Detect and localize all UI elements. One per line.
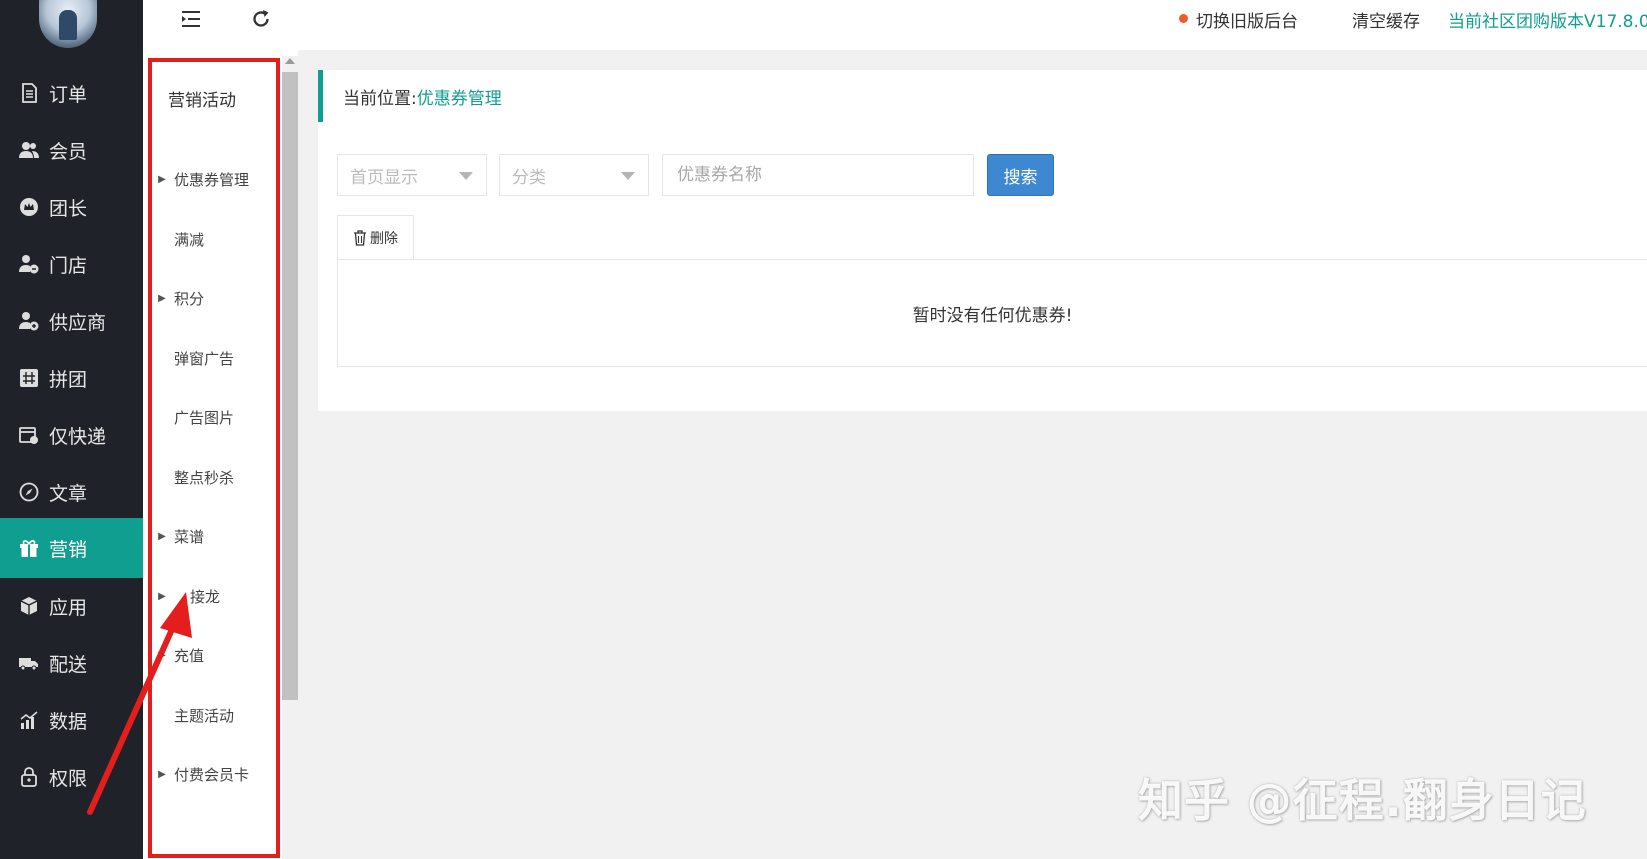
- status-dot: [1179, 14, 1188, 23]
- cube-icon: [18, 595, 40, 617]
- users-icon: [18, 139, 40, 161]
- select-value: 分类: [512, 167, 546, 188]
- submenu-label: 积分: [174, 289, 205, 308]
- delete-label: 删除: [370, 231, 398, 247]
- caret-right-icon: ▶: [158, 173, 166, 185]
- nav-label: 会员: [49, 140, 88, 163]
- avatar[interactable]: [39, 0, 97, 48]
- nav-label: 供应商: [49, 311, 107, 334]
- submenu-label: 优惠券管理: [174, 170, 250, 189]
- nav-item-orders[interactable]: 订单: [0, 63, 143, 123]
- submenu-label: 菜谱: [174, 527, 205, 546]
- nav-label: 营销: [49, 538, 88, 561]
- supplier-person-icon: [18, 310, 40, 332]
- nav-label: 团长: [49, 197, 88, 220]
- version-label: 当前社区团购版本V17.8.0: [1448, 12, 1647, 32]
- refresh-icon[interactable]: [250, 8, 272, 30]
- switch-old-admin-link[interactable]: 切换旧版后台: [1196, 7, 1298, 32]
- nav-item-express-only[interactable]: 仅快递: [0, 405, 143, 465]
- submenu-item-points[interactable]: ▶ 积分: [155, 286, 280, 310]
- empty-state: 暂时没有任何优惠券!: [337, 259, 1647, 367]
- category-select[interactable]: 分类: [499, 154, 649, 196]
- trash-icon: [354, 230, 366, 246]
- nav-label: 仅快递: [49, 425, 107, 448]
- chart-icon: [18, 709, 40, 731]
- submenu-item-discount[interactable]: 满减: [155, 227, 280, 251]
- top-bar: [143, 0, 1647, 50]
- caret-right-icon: ▶: [158, 530, 166, 542]
- home-display-select[interactable]: 首页显示: [337, 154, 487, 196]
- submenu-item-ad-images[interactable]: 广告图片: [155, 405, 280, 429]
- crown-icon: [18, 196, 40, 218]
- annotation-arrow-icon: [87, 592, 192, 815]
- nav-label: 文章: [49, 482, 88, 505]
- nav-item-group-buy[interactable]: 拼团: [0, 348, 143, 408]
- submenu-item-coupons[interactable]: ▶ 优惠券管理: [155, 167, 280, 191]
- search-button[interactable]: 搜索: [987, 154, 1054, 196]
- submenu-item-recipes[interactable]: ▶ 菜谱: [155, 524, 280, 548]
- scroll-up-arrow-icon[interactable]: [285, 58, 295, 64]
- nav-item-articles[interactable]: 文章: [0, 462, 143, 522]
- nav-item-suppliers[interactable]: 供应商: [0, 291, 143, 351]
- nav-item-marketing[interactable]: 营销: [0, 518, 143, 578]
- empty-message: 暂时没有任何优惠券!: [912, 305, 1073, 326]
- group-buy-icon: [18, 367, 40, 389]
- chevron-down-icon: [621, 172, 635, 180]
- submenu-label: 广告图片: [174, 408, 235, 427]
- shop-express-icon: [18, 424, 40, 446]
- chevron-down-icon: [459, 172, 473, 180]
- submenu-label: 满减: [174, 230, 205, 249]
- collapse-menu-icon[interactable]: [180, 9, 202, 29]
- caret-right-icon: ▶: [158, 292, 166, 304]
- document-icon: [18, 82, 40, 104]
- delete-button[interactable]: 删除: [337, 215, 414, 260]
- breadcrumb-current[interactable]: 优惠券管理: [417, 84, 502, 109]
- scrollbar-thumb[interactable]: [282, 72, 298, 700]
- compass-icon: [18, 481, 40, 503]
- gift-icon: [18, 537, 40, 559]
- watermark: 知乎 @征程.翻身日记: [1138, 774, 1587, 827]
- nav-item-members[interactable]: 会员: [0, 120, 143, 180]
- store-person-icon: [18, 253, 40, 275]
- submenu-item-popup-ads[interactable]: 弹窗广告: [155, 346, 280, 370]
- submenu-title: 营销活动: [168, 91, 236, 111]
- truck-icon: [18, 652, 40, 674]
- breadcrumb: 当前位置: 优惠券管理: [318, 70, 1647, 122]
- clear-cache-link[interactable]: 清空缓存: [1352, 7, 1420, 32]
- submenu-item-flash-sale[interactable]: 整点秒杀: [155, 465, 280, 489]
- coupon-name-input[interactable]: [662, 154, 974, 196]
- nav-label: 拼团: [49, 368, 88, 391]
- select-value: 首页显示: [350, 167, 418, 188]
- submenu-label: 弹窗广告: [174, 349, 235, 368]
- nav-label: 订单: [49, 83, 88, 106]
- submenu-label: 整点秒杀: [174, 468, 235, 487]
- breadcrumb-prefix: 当前位置:: [343, 88, 417, 109]
- nav-label: 门店: [49, 254, 88, 277]
- nav-item-stores[interactable]: 门店: [0, 234, 143, 294]
- lock-icon: [18, 766, 40, 788]
- nav-item-leaders[interactable]: 团长: [0, 177, 143, 237]
